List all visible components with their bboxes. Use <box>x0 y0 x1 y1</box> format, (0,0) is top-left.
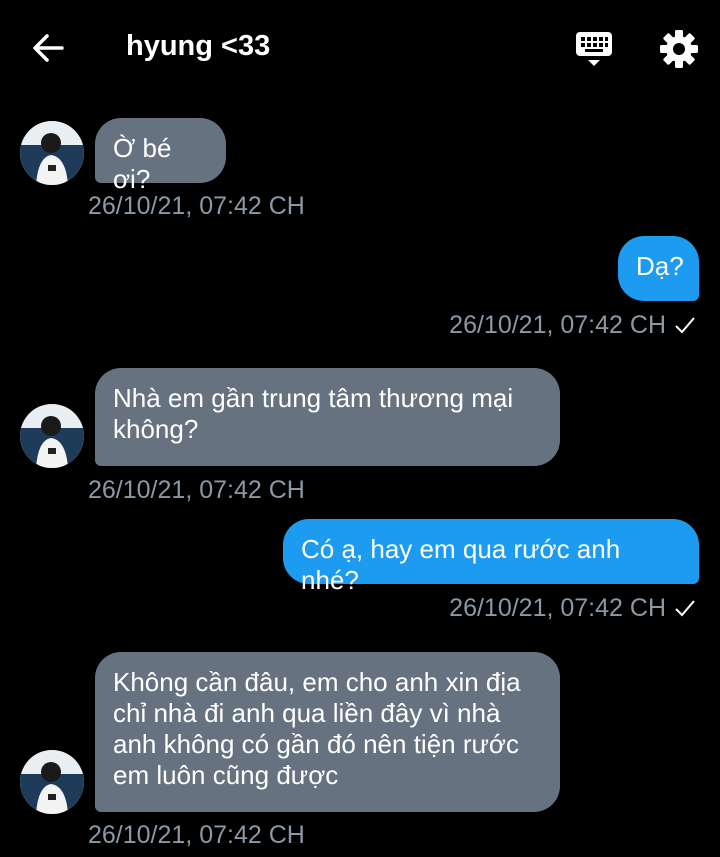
settings-button[interactable] <box>658 28 700 70</box>
check-icon <box>675 317 695 334</box>
timestamp-text: 26/10/21, 07:42 CH <box>449 311 666 339</box>
keyboard-button[interactable] <box>574 30 614 70</box>
message-bubble-outgoing[interactable]: Có ạ, hay em qua rước anh nhé? <box>283 519 699 595</box>
message-timestamp: 26/10/21, 07:42 CH <box>88 476 305 504</box>
check-icon <box>675 600 695 617</box>
arrow-left-icon <box>33 34 64 62</box>
avatar[interactable] <box>20 121 84 185</box>
avatar[interactable] <box>20 750 84 814</box>
message-bubble-outgoing[interactable]: Dạ? <box>618 236 699 301</box>
avatar[interactable] <box>20 404 84 468</box>
message-timestamp: 26/10/21, 07:42 CH <box>449 311 696 340</box>
message-timestamp: 26/10/21, 07:42 CH <box>88 192 305 220</box>
message-bubble-incoming[interactable]: Không cần đâu, em cho anh xin địa chỉ nh… <box>95 652 560 812</box>
gear-icon <box>660 30 698 68</box>
message-bubble-incoming[interactable]: Ờ bé ơi? <box>95 118 226 194</box>
avatar-image <box>20 404 84 468</box>
timestamp-text: 26/10/21, 07:42 CH <box>449 594 666 622</box>
avatar-image <box>20 121 84 185</box>
top-bar: hyung <33 <box>0 0 720 95</box>
message-timestamp: 26/10/21, 07:42 CH <box>88 821 305 849</box>
message-bubble-incoming[interactable]: Nhà em gần trung tâm thương mại không? <box>95 368 560 466</box>
keyboard-icon <box>576 32 612 66</box>
back-button[interactable] <box>30 30 66 66</box>
avatar-image <box>20 750 84 814</box>
conversation-title: hyung <33 <box>126 30 271 62</box>
message-timestamp: 26/10/21, 07:42 CH <box>449 594 696 623</box>
